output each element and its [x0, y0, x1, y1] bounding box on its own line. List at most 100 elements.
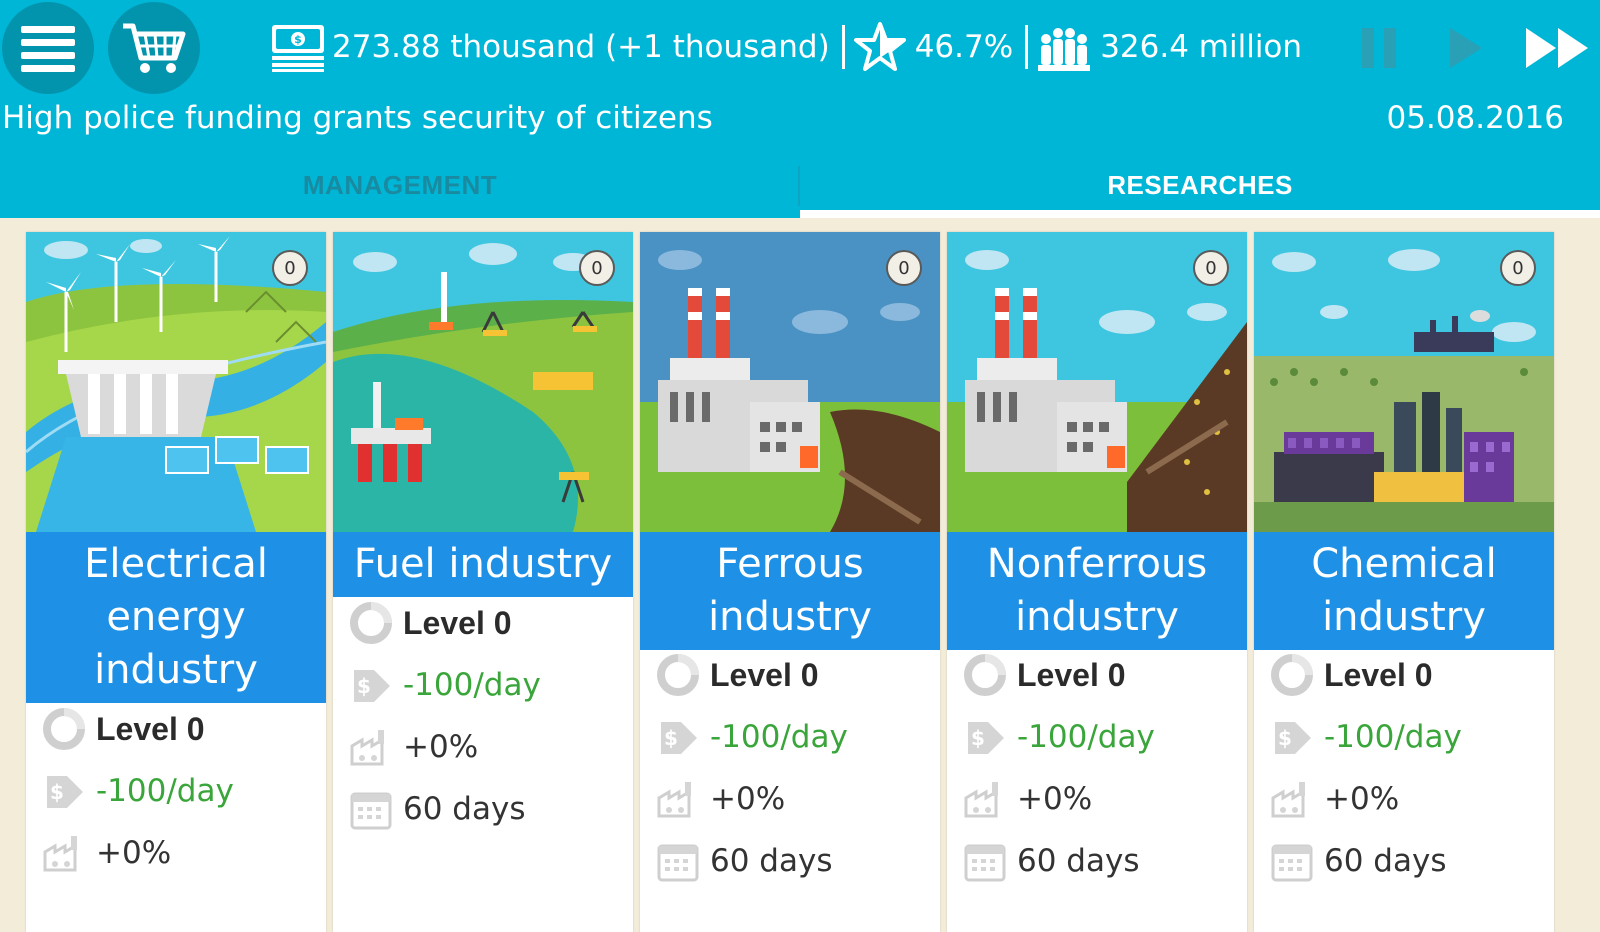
cost-row: $ -100/day: [333, 654, 633, 716]
cost-row: $ -100/day: [1254, 706, 1554, 768]
duration-row: 60 days: [947, 830, 1247, 892]
stats-bar: $ 273.88 thousand (+1 thousand) 46.7% 32…: [270, 12, 1302, 82]
factory-bonus-icon: [40, 829, 88, 877]
factory-bonus-icon: [347, 723, 395, 771]
research-count-badge: 0: [1500, 250, 1536, 286]
factory-bonus-icon: [654, 775, 702, 823]
stat-divider: [1025, 25, 1029, 69]
bonus-value: +0%: [710, 781, 786, 817]
population-value: 326.4 million: [1100, 29, 1303, 65]
level-value: Level 0: [710, 656, 819, 693]
svg-text:$: $: [971, 726, 985, 750]
level-ring-icon: [347, 599, 395, 647]
cost-row: $ -100/day: [947, 706, 1247, 768]
card-title-line: Chemical: [1311, 541, 1497, 587]
game-date: 05.08.2016: [1386, 100, 1565, 136]
level-ring-icon: [40, 705, 88, 753]
card-title-line: Nonferrous: [986, 541, 1208, 587]
duration-value: 60 days: [1017, 843, 1140, 879]
duration-value: 60 days: [403, 791, 526, 827]
cost-value: -100/day: [96, 773, 234, 809]
price-tag-icon: $: [961, 713, 1009, 761]
bonus-row: +0%: [333, 716, 633, 778]
bonus-value: +0%: [1324, 781, 1400, 817]
bonus-value: +0%: [1017, 781, 1093, 817]
money-value: 273.88 thousand (+1 thousand): [332, 29, 830, 65]
star-rating-icon: [853, 22, 906, 71]
card-title-line: Ferrous: [716, 541, 864, 587]
cost-value: -100/day: [1324, 719, 1462, 755]
card-title: Electrical energy industry: [26, 532, 326, 703]
duration-value: 60 days: [710, 843, 833, 879]
research-card-electrical-energy[interactable]: 0 Electrical energy industry Level 0 $ -…: [26, 232, 326, 932]
calendar-icon: [1268, 837, 1316, 885]
svg-text:$: $: [664, 726, 678, 750]
bonus-row: +0%: [26, 822, 326, 884]
card-title-line: Electrical: [84, 541, 268, 587]
tab-researches[interactable]: RESEARCHES: [800, 160, 1600, 210]
calendar-icon: [347, 785, 395, 833]
duration-row: 60 days: [640, 830, 940, 892]
bonus-row: +0%: [1254, 768, 1554, 830]
factory-bonus-icon: [961, 775, 1009, 823]
population-icon: [1038, 28, 1091, 71]
population-stat: 326.4 million: [1036, 21, 1302, 73]
price-tag-icon: $: [347, 661, 395, 709]
cost-row: $ -100/day: [640, 706, 940, 768]
money-stat: $ 273.88 thousand (+1 thousand): [270, 21, 830, 73]
research-card-fuel[interactable]: 0 Fuel industry Level 0 $ -100/day +0% 6…: [333, 232, 633, 932]
research-count-badge: 0: [579, 250, 615, 286]
duration-row: 60 days: [333, 778, 633, 840]
card-info: Level 0 $ -100/day +0% 60 days: [1254, 644, 1554, 892]
rating-value: 46.7%: [914, 29, 1014, 65]
factory-bonus-icon: [1268, 775, 1316, 823]
rating-stat: 46.7%: [853, 21, 1013, 73]
active-tab-indicator: [800, 210, 1600, 218]
price-tag-icon: $: [1268, 713, 1316, 761]
fast-forward-icon[interactable]: [1524, 18, 1594, 76]
menu-button[interactable]: [2, 2, 94, 94]
card-illustration: 0: [333, 232, 633, 532]
research-count-badge: 0: [886, 250, 922, 286]
shop-button[interactable]: [108, 2, 200, 94]
card-illustration: 0: [26, 232, 326, 532]
cost-value: -100/day: [403, 667, 541, 703]
shopping-cart-icon: [123, 23, 186, 73]
bonus-row: +0%: [640, 768, 940, 830]
price-tag-icon: $: [654, 713, 702, 761]
card-info: Level 0 $ -100/day +0% 60 days: [947, 644, 1247, 892]
level-row: Level 0: [1254, 644, 1554, 706]
cost-value: -100/day: [710, 719, 848, 755]
price-tag-icon: $: [40, 767, 88, 815]
svg-text:$: $: [50, 780, 64, 804]
card-title: Nonferrous industry: [947, 532, 1247, 650]
level-value: Level 0: [1324, 656, 1433, 693]
research-card-chemical[interactable]: 0 Chemical industry Level 0 $ -100/day +…: [1254, 232, 1554, 932]
duration-value: 60 days: [1324, 843, 1447, 879]
hamburger-menu-icon: [21, 26, 75, 72]
pause-icon[interactable]: [1360, 18, 1400, 76]
tab-management[interactable]: MANAGEMENT: [0, 160, 800, 210]
research-count-badge: 0: [272, 250, 308, 286]
card-title-line: Fuel industry: [353, 541, 613, 587]
level-value: Level 0: [403, 604, 512, 641]
research-count-badge: 0: [1193, 250, 1229, 286]
stat-divider: [841, 25, 845, 69]
level-row: Level 0: [947, 644, 1247, 706]
bonus-value: +0%: [96, 835, 172, 871]
card-title-line: energy: [106, 594, 246, 640]
level-value: Level 0: [1017, 656, 1126, 693]
card-illustration: 0: [947, 232, 1247, 532]
level-row: Level 0: [333, 592, 633, 654]
card-title-line: industry: [94, 647, 258, 693]
level-row: Level 0: [26, 698, 326, 760]
play-icon[interactable]: [1446, 18, 1486, 76]
card-title: Ferrous industry: [640, 532, 940, 650]
research-card-ferrous[interactable]: 0 Ferrous industry Level 0 $ -100/day +0…: [640, 232, 940, 932]
level-row: Level 0: [640, 644, 940, 706]
level-ring-icon: [1268, 651, 1316, 699]
research-card-nonferrous[interactable]: 0 Nonferrous industry Level 0 $ -100/day…: [947, 232, 1247, 932]
duration-row: 60 days: [1254, 830, 1554, 892]
card-info: Level 0 $ -100/day +0% 60 days: [640, 644, 940, 892]
svg-text:$: $: [357, 674, 371, 698]
